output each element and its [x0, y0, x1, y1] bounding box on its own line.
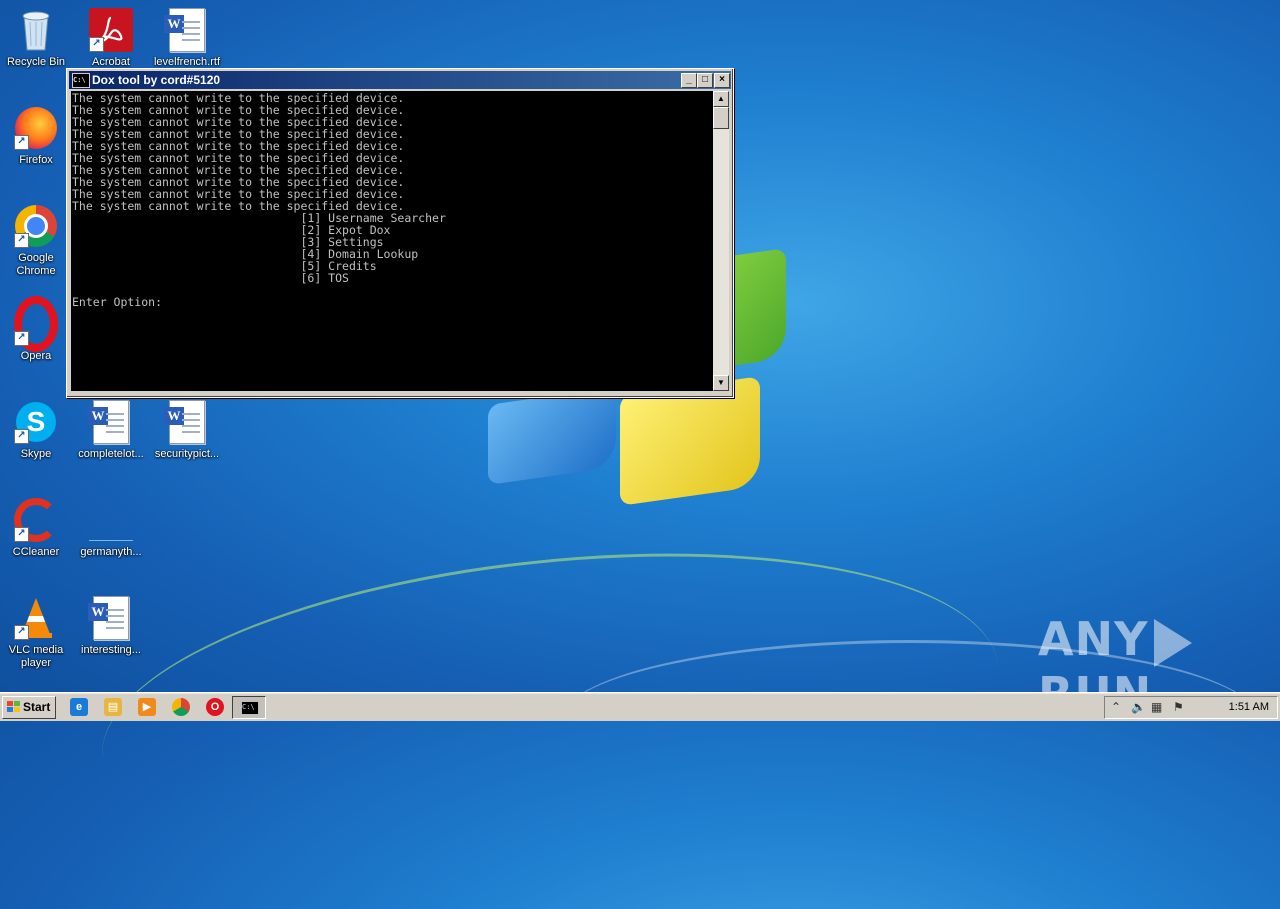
- desktop-icon-completelot[interactable]: W completelot...: [75, 400, 147, 461]
- system-tray: ⌃ 🔈 ▦ ⚑ 1:51 AM: [1104, 696, 1278, 719]
- vlc-icon: ↗: [14, 596, 58, 640]
- window-titlebar[interactable]: C:\ Dox tool by cord#5120 _ □ ×: [69, 71, 731, 89]
- desktop-icon-germanyth[interactable]: germanyth...: [75, 498, 147, 559]
- shortcut-arrow-icon: ↗: [14, 429, 29, 444]
- shortcut-arrow-icon: ↗: [14, 233, 29, 248]
- volume-icon[interactable]: 🔈: [1131, 699, 1146, 715]
- desktop-icon-vlc[interactable]: ↗ VLC media player: [0, 596, 72, 670]
- vertical-scrollbar[interactable]: ▲ ▼: [713, 91, 729, 391]
- scroll-thumb[interactable]: [713, 107, 729, 129]
- shortcut-arrow-icon: ↗: [14, 625, 29, 640]
- media-player-icon[interactable]: ▶: [138, 698, 156, 716]
- acrobat-icon: ↗: [89, 8, 133, 52]
- desktop-icon-firefox[interactable]: ↗ Firefox: [0, 106, 72, 167]
- cmd-icon: C:\: [72, 73, 90, 88]
- desktop-icon-opera[interactable]: ↗ Opera: [0, 296, 72, 363]
- recycle-bin-icon: [14, 8, 58, 52]
- start-button[interactable]: Start: [2, 696, 56, 719]
- close-button[interactable]: ×: [714, 73, 730, 88]
- word-document-icon: W: [88, 400, 133, 444]
- console-output[interactable]: The system cannot write to the specified…: [71, 91, 713, 391]
- console-window[interactable]: C:\ Dox tool by cord#5120 _ □ × The syst…: [66, 68, 734, 398]
- desktop-icon-securitypict[interactable]: W securitypict...: [151, 400, 223, 461]
- action-center-flag-icon[interactable]: ⚑: [1173, 699, 1184, 715]
- chrome-icon: ↗: [14, 204, 58, 248]
- internet-explorer-icon[interactable]: e: [70, 698, 88, 716]
- scroll-up-button[interactable]: ▲: [713, 91, 729, 107]
- desktop-icon-ccleaner[interactable]: ↗ CCleaner: [0, 498, 72, 559]
- clock[interactable]: 1:51 AM: [1229, 697, 1269, 718]
- maximize-button[interactable]: □: [697, 73, 713, 88]
- desktop-icon-recycle-bin[interactable]: Recycle Bin: [0, 8, 72, 69]
- desktop-icon-interesting[interactable]: W interesting...: [75, 596, 147, 657]
- word-document-icon: W: [164, 400, 209, 444]
- ccleaner-icon: ↗: [14, 498, 58, 542]
- word-document-icon: W: [88, 596, 133, 640]
- shortcut-arrow-icon: ↗: [89, 37, 104, 52]
- skype-icon: S ↗: [14, 400, 58, 444]
- chrome-icon[interactable]: [172, 698, 190, 716]
- desktop-icon-acrobat[interactable]: ↗ Acrobat: [75, 8, 147, 69]
- taskbar-button-console[interactable]: C:\: [232, 696, 266, 719]
- blank-file-icon: [89, 498, 133, 542]
- minimize-button[interactable]: _: [681, 73, 697, 88]
- firefox-icon: ↗: [14, 106, 58, 150]
- opera-icon: ↗: [14, 296, 58, 352]
- opera-icon[interactable]: O: [206, 698, 224, 716]
- shortcut-arrow-icon: ↗: [14, 331, 29, 346]
- play-triangle-icon: [1154, 618, 1193, 667]
- cmd-icon: C:\: [241, 701, 259, 715]
- window-title: Dox tool by cord#5120: [92, 73, 221, 87]
- desktop-icon-levelfrench[interactable]: W levelfrench.rtf: [151, 8, 223, 69]
- shortcut-arrow-icon: ↗: [14, 527, 29, 542]
- shortcut-arrow-icon: ↗: [14, 135, 29, 150]
- desktop-icon-chrome[interactable]: ↗ Google Chrome: [0, 204, 72, 278]
- show-hidden-icons-icon[interactable]: ⌃: [1111, 699, 1121, 715]
- windows-flag-icon: [7, 701, 21, 713]
- scroll-down-button[interactable]: ▼: [713, 375, 729, 391]
- desktop-icon-skype[interactable]: S ↗ Skype: [0, 400, 72, 461]
- console-text: The system cannot write to the specified…: [72, 91, 446, 309]
- network-icon[interactable]: ▦: [1151, 699, 1162, 715]
- taskbar: Start e ▤ ▶ O C:\ ⌃ 🔈 ▦ ⚑ 1:51 AM: [0, 692, 1280, 721]
- word-document-icon: W: [164, 8, 209, 52]
- explorer-icon[interactable]: ▤: [104, 698, 122, 716]
